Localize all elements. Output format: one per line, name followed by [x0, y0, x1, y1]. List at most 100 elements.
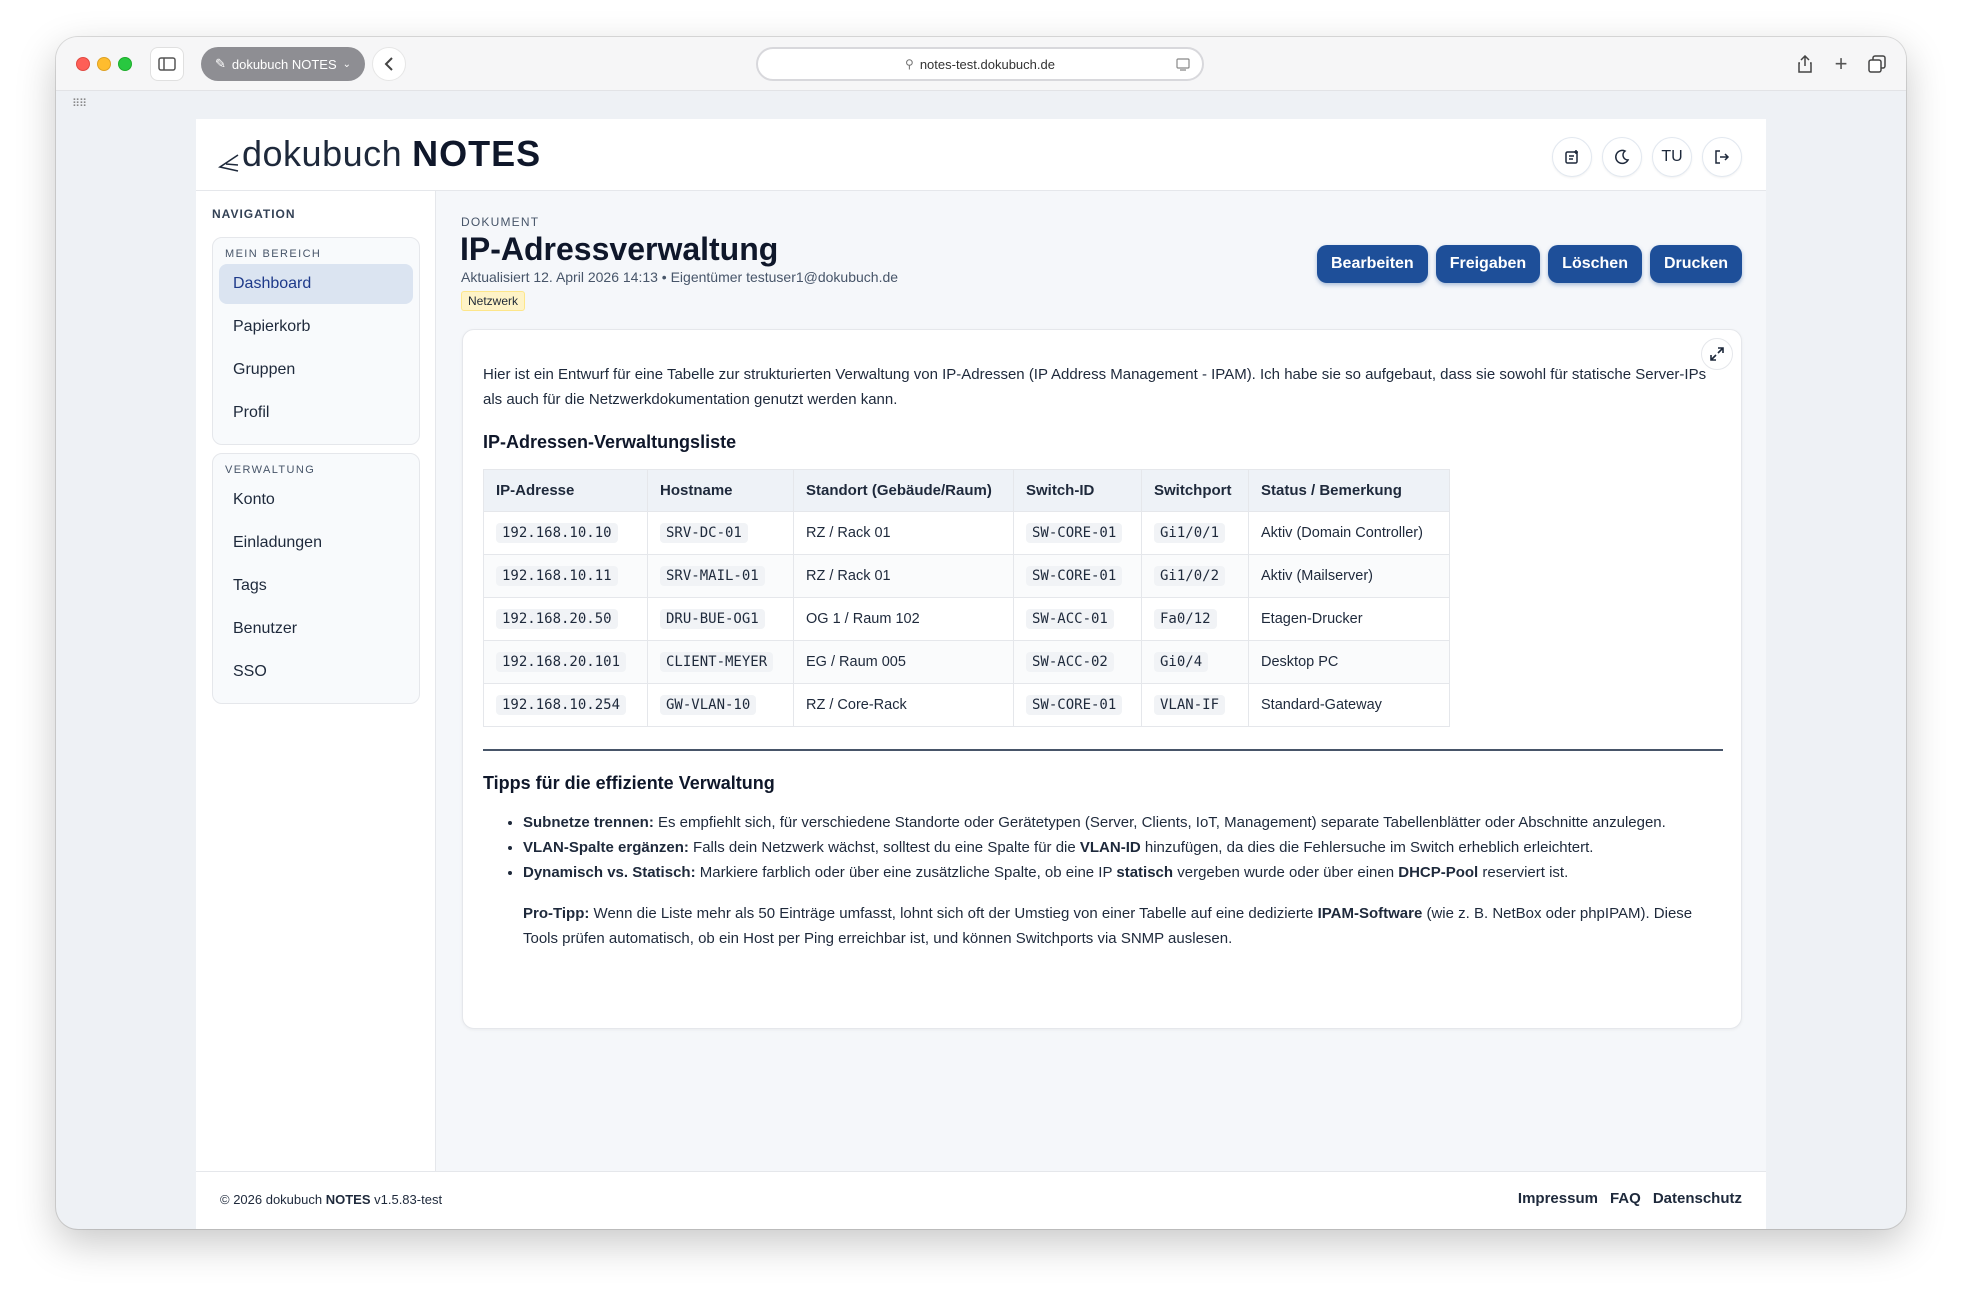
ip-address: 192.168.10.254 — [496, 695, 627, 715]
new-note-button[interactable] — [1552, 137, 1592, 177]
browser-toolbar: ✎ dokubuch NOTES ⌄ ⚲ notes-test.dokubuch… — [56, 37, 1906, 91]
sidebar-item-sso[interactable]: SSO — [219, 652, 413, 692]
tip-title: VLAN-Spalte ergänzen: — [523, 839, 689, 856]
switchport: VLAN-IF — [1154, 695, 1226, 715]
moon-icon — [1615, 149, 1630, 165]
logo-suffix: NOTES — [412, 133, 542, 174]
print-button[interactable]: Drucken — [1649, 245, 1742, 283]
switch-id: SW-ACC-01 — [1026, 609, 1114, 629]
footer: © 2026 dokubuch NOTES v1.5.83-test Impre… — [196, 1171, 1766, 1229]
tip-emphasis: VLAN-ID — [1079, 839, 1141, 856]
footer-links: Impressum FAQ Datenschutz — [1518, 1190, 1742, 1207]
app-header: dokubuch NOTES TU — [196, 119, 1766, 191]
chevron-down-icon: ⌄ — [342, 58, 352, 70]
edit-button[interactable]: Bearbeiten — [1317, 245, 1428, 283]
sidebar-item-profil[interactable]: Profil — [219, 393, 413, 433]
document-card: Hier ist ein Entwurf für eine Tabelle zu… — [462, 329, 1742, 1029]
location: RZ / Core-Rack — [793, 683, 1014, 727]
list-item: VLAN-Spalte ergänzen: Falls dein Netzwer… — [523, 835, 1723, 860]
column-header: IP-Adresse — [483, 469, 648, 512]
table-row: 192.168.10.254 GW-VLAN-10 RZ / Core-Rack… — [483, 683, 1450, 727]
table-row: 192.168.10.11 SRV-MAIL-01 RZ / Rack 01 S… — [483, 554, 1450, 598]
sidebar-icon — [158, 57, 176, 71]
logo[interactable]: dokubuch NOTES — [218, 133, 541, 175]
back-button[interactable] — [372, 47, 406, 81]
document-body: Hier ist ein Entwurf für eine Tabelle zu… — [483, 362, 1723, 951]
table-row: 192.168.10.10 SRV-DC-01 RZ / Rack 01 SW-… — [483, 511, 1450, 555]
sidebar-item-gruppen[interactable]: Gruppen — [219, 350, 413, 390]
user-avatar-button[interactable]: TU — [1652, 137, 1692, 177]
nav-title: NAVIGATION — [212, 207, 296, 221]
datenschutz-link[interactable]: Datenschutz — [1653, 1190, 1742, 1207]
divider — [483, 749, 1723, 751]
pro-tip: Pro-Tipp: Wenn die Liste mehr als 50 Ein… — [523, 901, 1723, 951]
tab-overview-button[interactable] — [1860, 47, 1894, 81]
hostname: GW-VLAN-10 — [660, 695, 757, 715]
apps-grid-icon[interactable]: ⠿⠿ — [72, 97, 87, 110]
status: Standard-Gateway — [1248, 683, 1450, 727]
protip-text: Wenn die Liste mehr als 50 Einträge umfa… — [589, 905, 1318, 922]
share-permissions-button[interactable]: Freigaben — [1435, 245, 1541, 283]
sidebar-item-einladungen[interactable]: Einladungen — [219, 523, 413, 563]
impressum-link[interactable]: Impressum — [1518, 1190, 1598, 1207]
ip-address: 192.168.10.10 — [496, 523, 618, 543]
app-container: dokubuch NOTES TU NAVIGATION MEIN BEREIC… — [196, 119, 1766, 1229]
tip-text: vergeben wurde oder über einen — [1173, 864, 1399, 881]
nav-section-verwaltung: VERWALTUNG Konto Einladungen Tags Benutz… — [212, 453, 420, 704]
location: EG / Raum 005 — [793, 640, 1014, 684]
tip-emphasis: DHCP-Pool — [1398, 864, 1479, 881]
reader-icon[interactable] — [1176, 57, 1190, 74]
document-label: DOKUMENT — [461, 215, 540, 229]
location: RZ / Rack 01 — [793, 511, 1014, 555]
new-tab-button[interactable]: + — [1824, 47, 1858, 81]
sidebar-item-benutzer[interactable]: Benutzer — [219, 609, 413, 649]
main-content: DOKUMENT IP-Adressverwaltung Aktualisier… — [436, 191, 1766, 1171]
document-meta: Aktualisiert 12. April 2026 14:13 • Eige… — [461, 269, 899, 285]
sidebar-toggle-button[interactable] — [150, 47, 184, 81]
sidebar-item-tags[interactable]: Tags — [219, 566, 413, 606]
tab-group-label: dokubuch NOTES — [231, 56, 337, 72]
sidebar-item-konto[interactable]: Konto — [219, 480, 413, 520]
hostname: SRV-DC-01 — [660, 523, 748, 543]
share-button[interactable] — [1788, 47, 1822, 81]
tag-badge[interactable]: Netzwerk — [461, 291, 526, 311]
nav-section-title: MEIN BEREICH — [225, 248, 322, 260]
delete-button[interactable]: Löschen — [1548, 245, 1642, 283]
new-note-icon — [1565, 150, 1578, 164]
switch-id: SW-CORE-01 — [1026, 566, 1123, 586]
tip-emphasis: statisch — [1116, 864, 1174, 881]
ip-table: IP-Adresse Hostname Standort (Gebäude/Ra… — [483, 469, 1450, 727]
tabs-icon — [1868, 55, 1886, 73]
faq-link[interactable]: FAQ — [1610, 1190, 1641, 1207]
tip-text: Es empfiehlt sich, für verschiedene Stan… — [653, 814, 1666, 831]
zoom-window-button[interactable] — [118, 57, 132, 71]
copyright-brand: NOTES — [325, 1192, 371, 1207]
expand-icon — [1710, 347, 1724, 361]
site-settings-icon: ⚲ — [905, 57, 914, 71]
version-text: v1.5.83-test — [370, 1192, 443, 1207]
table-heading: IP-Adressen-Verwaltungsliste — [483, 432, 737, 452]
logo-mark-icon — [218, 154, 239, 172]
plus-icon: + — [1834, 51, 1848, 76]
tip-text: hinzufügen, da dies die Fehlersuche im S… — [1140, 839, 1594, 856]
logout-icon — [1715, 150, 1730, 164]
logout-button[interactable] — [1702, 137, 1742, 177]
location: OG 1 / Raum 102 — [793, 597, 1014, 641]
tab-group-button[interactable]: ✎ dokubuch NOTES ⌄ — [201, 47, 365, 81]
status: Etagen-Drucker — [1248, 597, 1450, 641]
ip-address: 192.168.20.101 — [496, 652, 627, 672]
page-title: IP-Adressverwaltung — [460, 231, 779, 267]
sidebar-item-papierkorb[interactable]: Papierkorb — [219, 307, 413, 347]
logo-word: dokubuch — [242, 133, 403, 174]
dark-mode-toggle[interactable] — [1602, 137, 1642, 177]
close-window-button[interactable] — [76, 57, 90, 71]
chevron-left-icon — [384, 57, 393, 71]
status: Aktiv (Mailserver) — [1248, 554, 1450, 598]
hostname: DRU-BUE-OG1 — [660, 609, 765, 629]
sidebar-item-dashboard[interactable]: Dashboard — [219, 264, 413, 304]
address-bar[interactable]: ⚲ notes-test.dokubuch.de — [756, 47, 1204, 81]
document-actions: Bearbeiten Freigaben Löschen Drucken — [1317, 245, 1742, 283]
hostname: SRV-MAIL-01 — [660, 566, 765, 586]
switchport: Gi1/0/1 — [1154, 523, 1226, 543]
minimize-window-button[interactable] — [97, 57, 111, 71]
